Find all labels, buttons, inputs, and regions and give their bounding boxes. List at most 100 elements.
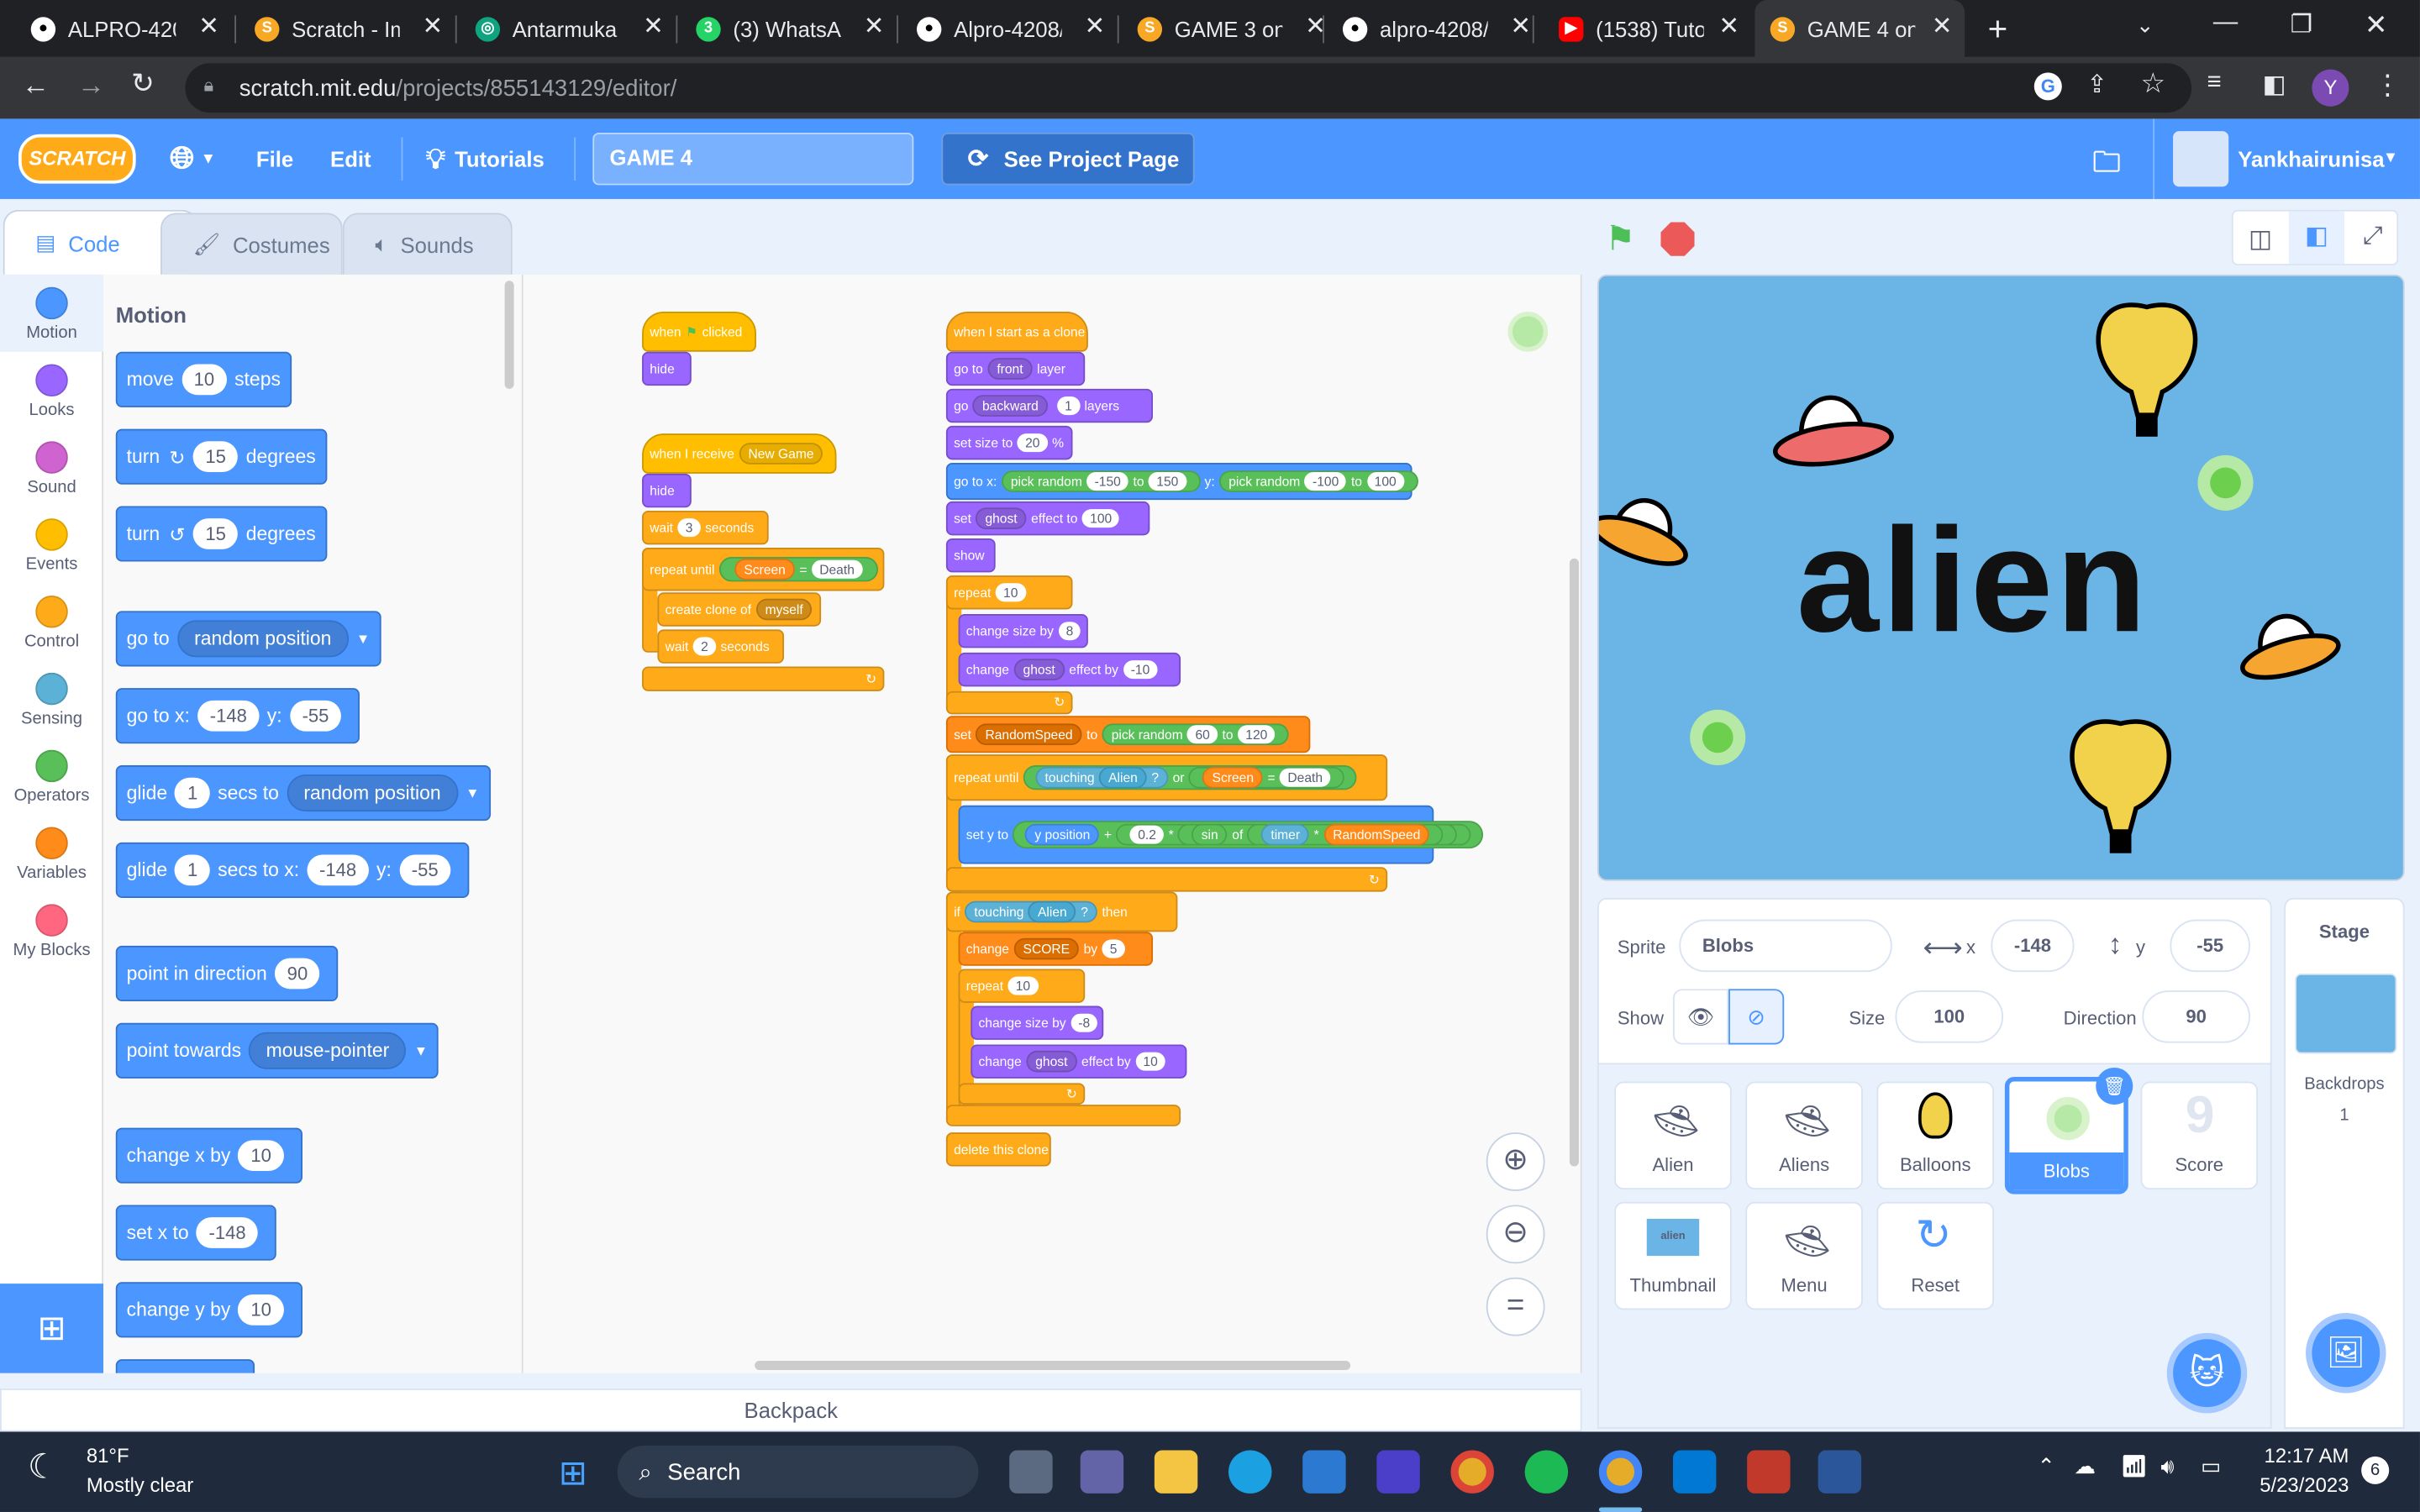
block-turn-right[interactable]: turn ↻ 15 degrees [115,428,327,485]
clone-dropdown[interactable]: myself [755,598,813,621]
battery-icon[interactable]: ▭ [2201,1453,2221,1479]
browser-tab[interactable]: ● alpro-4208/ ✕ [1328,0,1544,57]
show-visible-button[interactable]: 👁︎ [1672,989,1729,1045]
task-view-icon[interactable] [1009,1450,1053,1494]
random-min-input[interactable]: -150 [1086,472,1129,491]
touching-dropdown[interactable]: Alien [1028,900,1076,923]
volume-icon[interactable]: 🔊︎ [2160,1453,2174,1479]
close-window-icon[interactable]: ✕ [2365,9,2388,42]
size-input[interactable]: 100 [1895,990,2004,1043]
wifi-icon[interactable]: 📶︎ [2121,1453,2149,1479]
layers-input[interactable]: 1 [1056,396,1080,416]
category-my-blocks[interactable]: My Blocks [0,892,103,969]
block-show[interactable]: show [945,538,996,573]
y-input[interactable]: -55 [289,700,342,732]
variable-dropdown[interactable]: RandomSpeed [976,723,1082,746]
block-if-then[interactable]: if touching Alien? then [945,891,1178,932]
block-change-y[interactable]: change y by 10 [115,1282,302,1338]
block-go-to[interactable]: go to random position ▼ [115,611,381,667]
browser-tab[interactable]: ◎ Antarmuka ✕ [460,0,676,57]
change-input[interactable]: 5 [1102,939,1125,958]
hat-when-flag-clicked[interactable]: when ⚑ clicked [642,312,756,352]
touching-dropdown[interactable]: Alien [1099,766,1147,789]
go-to-dropdown[interactable]: random position [176,620,349,658]
close-tab-icon[interactable]: ✕ [1718,14,1739,39]
browser-tab[interactable]: ● ALPRO-4208 ✕ [15,0,231,57]
taskbar-search[interactable]: ⌕ Search [617,1445,979,1499]
direction-input[interactable]: 90 [2142,990,2250,1043]
username-label[interactable]: Yankhairunisa [2238,118,2384,199]
effect-dropdown[interactable]: ghost [1026,1050,1077,1073]
block-change-effect[interactable]: change ghost effect by 10 [971,1044,1187,1079]
towards-dropdown[interactable]: mouse-pointer [249,1032,407,1069]
word-icon[interactable] [1818,1450,1862,1494]
restore-icon[interactable]: ❐ [2291,9,2312,40]
clock-time[interactable]: 12:17 AM [2263,1444,2349,1467]
block-set-x[interactable]: set x to -148 [115,1205,277,1261]
edge-icon[interactable] [1228,1450,1272,1494]
media-icon[interactable]: ≡ [2207,70,2221,97]
fullscreen-icon[interactable]: ⤢ [2363,223,2383,251]
secs-input[interactable]: 1 [175,854,210,886]
bookmark-star-icon[interactable]: ☆ [2141,68,2166,101]
block-set-effect[interactable]: set ghost effect to 100 [945,501,1150,536]
zoom-reset-button[interactable]: = [1486,1277,1545,1336]
green-flag-icon[interactable]: ⚑ [1605,219,1635,260]
url-input[interactable]: 🔒︎ scratch.mit.edu/projects/855143129/ed… [185,63,2192,113]
sprite-tile[interactable]: alien Thumbnail [1614,1201,1732,1310]
more-menu-icon[interactable]: ⋮ [2374,70,2402,102]
layer-dropdown[interactable]: front [987,358,1033,380]
chrome-profile-icon[interactable] [1598,1450,1643,1494]
category-motion[interactable]: Motion [0,274,104,352]
block-go-layers[interactable]: go backward 1 layers [945,388,1154,423]
death-input[interactable]: Death [812,559,863,579]
block-repeat[interactable]: repeat 10 [945,575,1073,610]
share-icon[interactable]: ⇪ [2086,70,2107,101]
backpack-bar[interactable]: Backpack [0,1389,1582,1432]
y-input[interactable]: 10 [238,1294,284,1326]
hat-when-i-start-as-clone[interactable]: when I start as a clone [945,312,1088,352]
minimize-icon[interactable]: — [2213,9,2238,37]
block-set-variable[interactable]: set RandomSpeed to pick random 60 to 120 [945,716,1311,753]
sprite-tile[interactable]: 9 Score [2140,1081,2259,1190]
browser-tab[interactable]: ● Alpro-4208/ ✕ [902,0,1118,57]
clock-date[interactable]: 5/23/2023 [2247,1473,2349,1497]
multiplier-input[interactable]: 0.2 [1130,825,1165,844]
block-repeat-until[interactable]: repeat until touching Alien? or Screen = Death [945,754,1388,801]
category-variables[interactable]: Variables [0,815,103,892]
vscode-icon[interactable] [1672,1450,1717,1494]
block-delete-clone[interactable]: delete this clone [945,1132,1051,1167]
browser-tab[interactable]: 3 (3) WhatsAp ✕ [681,0,897,57]
close-tab-icon[interactable]: ✕ [1510,14,1531,39]
block-repeat-until[interactable]: repeat until Screen = Death [642,548,885,591]
cloud-icon[interactable]: ☁ [2075,1453,2096,1479]
block-go-to-layer[interactable]: go to front layer [945,351,1086,386]
x-input[interactable]: -148 [1991,919,2075,973]
random-max-input[interactable]: 120 [1238,725,1276,744]
close-tab-icon[interactable]: ✕ [1932,14,1953,39]
browser-tab[interactable]: ▶ (1538) Tutor ✕ [1544,0,1752,57]
forward-icon[interactable]: → [77,70,105,102]
x-input[interactable]: -148 [197,700,260,732]
language-menu[interactable]: 🌐︎ ▼ [170,118,216,199]
direction-input[interactable]: 90 [274,958,320,990]
close-tab-icon[interactable]: ✕ [198,14,219,39]
workspace-h-scrollbar[interactable] [755,1360,1351,1370]
degrees-input[interactable]: 15 [192,441,239,473]
add-extension-button[interactable]: ⊞ [0,1284,104,1373]
repeat-input[interactable]: 10 [995,583,1026,602]
effect-input[interactable]: 100 [1081,509,1120,528]
block-set-y[interactable]: set y to y position +0.2 * sin of timer * Random… [958,805,1484,864]
hide-button[interactable]: ⊘ [1728,989,1785,1045]
effect-dropdown[interactable]: ghost [1013,659,1065,680]
close-tab-icon[interactable]: ✕ [643,14,664,39]
close-tab-icon[interactable]: ✕ [864,14,885,39]
random-min-input[interactable]: -100 [1304,472,1347,491]
spotify-icon[interactable] [1524,1450,1569,1494]
steps-input[interactable]: 10 [181,364,227,396]
user-avatar[interactable] [2173,131,2229,187]
scratch-logo[interactable]: SCRATCH [18,134,136,184]
block-repeat[interactable]: repeat 10 [958,969,1086,1003]
block-move-steps[interactable]: move 10 steps [115,351,292,407]
back-icon[interactable]: ← [22,70,50,102]
